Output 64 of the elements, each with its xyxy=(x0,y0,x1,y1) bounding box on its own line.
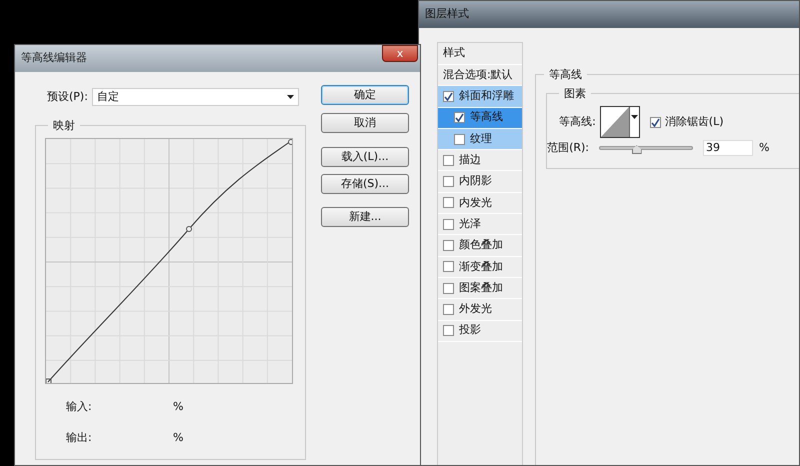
checkbox[interactable] xyxy=(443,90,454,102)
checkbox[interactable] xyxy=(443,176,454,188)
style-label: 图案叠加 xyxy=(459,280,503,296)
style-item[interactable]: 纹理 xyxy=(438,128,522,150)
contour-picker[interactable] xyxy=(600,106,640,138)
window-title: 图层样式 xyxy=(425,6,469,22)
range-value-field[interactable]: 39 xyxy=(703,140,753,156)
contour-label: 等高线: xyxy=(559,114,596,130)
curve-point-handle[interactable] xyxy=(46,378,52,384)
style-item[interactable]: 渐变叠加 xyxy=(438,256,522,278)
style-item[interactable]: 颜色叠加 xyxy=(438,235,522,257)
style-item[interactable]: 内发光 xyxy=(438,192,522,214)
style-item[interactable]: 描边 xyxy=(438,150,522,172)
close-button[interactable]: x xyxy=(382,45,418,62)
style-item[interactable]: 光泽 xyxy=(438,214,522,236)
style-label: 外发光 xyxy=(459,301,492,318)
dialog-button[interactable]: 存储(S)... xyxy=(321,174,409,194)
percent-label: % xyxy=(173,399,184,415)
checkbox[interactable] xyxy=(650,116,661,128)
style-label: 光泽 xyxy=(459,216,481,232)
styles-header: 样式 xyxy=(438,43,522,65)
style-item[interactable]: 图案叠加 xyxy=(438,278,522,300)
output-label: 输出: xyxy=(66,430,93,446)
style-label: 等高线 xyxy=(470,109,503,126)
checkbox[interactable] xyxy=(443,325,454,336)
dropdown-arrow-icon xyxy=(630,115,638,119)
style-label: 纹理 xyxy=(470,130,492,147)
percent-label: % xyxy=(173,430,184,446)
checkbox[interactable] xyxy=(454,134,465,145)
style-item[interactable]: 内阴影 xyxy=(438,171,522,193)
dialog-button[interactable]: 取消 xyxy=(321,113,409,133)
input-label: 输入: xyxy=(66,399,93,415)
checkbox[interactable] xyxy=(443,282,454,294)
style-item[interactable]: 斜面和浮雕 xyxy=(438,86,522,108)
style-item[interactable]: 投影 xyxy=(438,320,522,342)
checkbox[interactable] xyxy=(443,304,454,315)
style-item[interactable]: 外发光 xyxy=(438,299,522,321)
preset-dropdown[interactable]: 自定 xyxy=(92,88,299,106)
unit-label: % xyxy=(759,140,770,156)
slider-thumb[interactable] xyxy=(632,145,642,154)
style-label: 描边 xyxy=(459,152,481,168)
curve-point-handle[interactable] xyxy=(288,139,293,145)
range-label: 范围(R): xyxy=(547,140,589,156)
checkbox[interactable] xyxy=(443,240,454,252)
style-label: 斜面和浮雕 xyxy=(459,88,514,104)
window-title: 等高线编辑器 xyxy=(21,50,87,66)
style-label: 内发光 xyxy=(459,194,492,211)
checkbox[interactable] xyxy=(443,261,454,272)
curve-point-handle[interactable] xyxy=(186,226,192,232)
style-label: 内阴影 xyxy=(459,173,492,190)
antialias-label: 消除锯齿(L) xyxy=(664,114,724,130)
preset-label: 预设(P): xyxy=(47,88,88,105)
dialog-button[interactable]: 载入(L)... xyxy=(321,147,409,167)
dialog-button[interactable]: 确定 xyxy=(321,85,409,105)
checkbox[interactable] xyxy=(443,154,454,166)
checkbox[interactable] xyxy=(443,197,454,208)
style-item[interactable]: 等高线 xyxy=(438,108,522,129)
style-label: 投影 xyxy=(459,322,481,338)
dropdown-arrow-icon xyxy=(286,95,294,99)
checkbox[interactable] xyxy=(454,112,465,124)
style-label: 颜色叠加 xyxy=(459,237,503,254)
checkbox[interactable] xyxy=(443,218,454,230)
style-label: 渐变叠加 xyxy=(459,258,503,275)
dialog-button[interactable]: 新建... xyxy=(321,207,409,227)
